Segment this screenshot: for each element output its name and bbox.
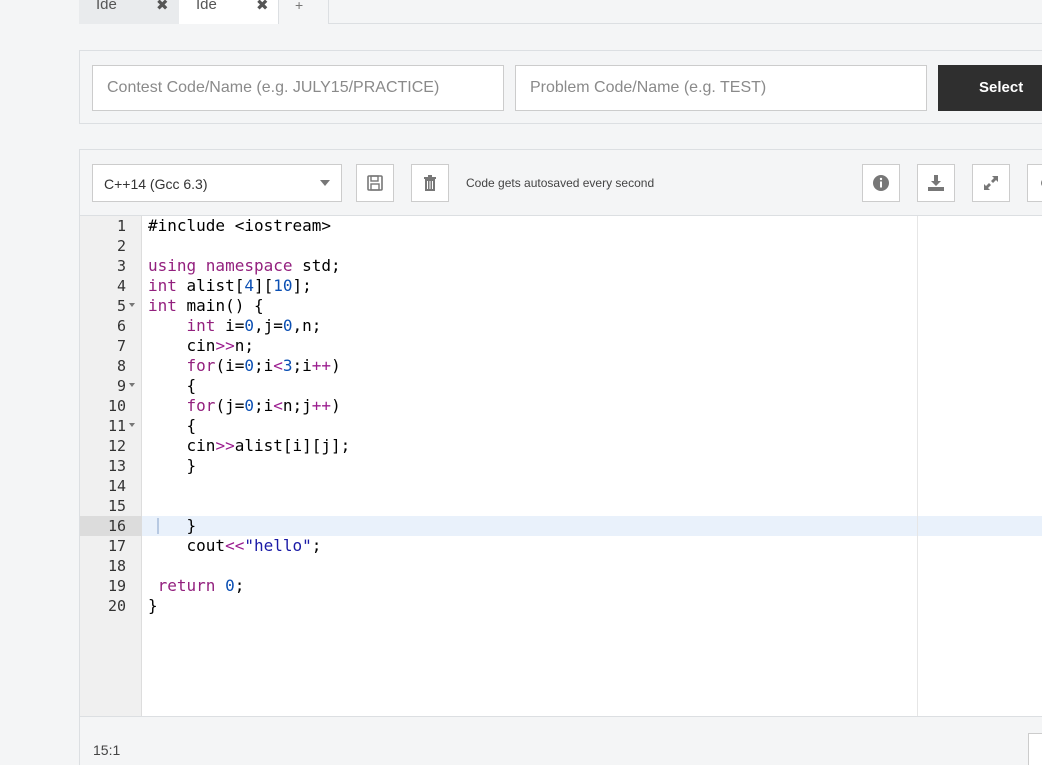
fold-arrow-icon[interactable]	[129, 423, 135, 427]
code-line: 1 #include <iostream>	[116, 216, 332, 235]
code-line: 11 {	[107, 416, 197, 435]
save-button[interactable]	[356, 164, 394, 202]
code-line: 13 }	[107, 456, 197, 475]
code-line: 15	[107, 497, 126, 515]
code-line: 17 cout<<"hello";	[107, 536, 322, 555]
trash-icon	[424, 175, 436, 191]
info-button[interactable]	[862, 164, 900, 202]
autosave-note: Code gets autosaved every second	[466, 176, 655, 190]
code-line: 6 int i=0,j=0,n;	[116, 316, 322, 335]
code-line-active: 16 }	[107, 516, 197, 535]
save-icon	[367, 175, 383, 191]
code-line: 8 for(i=0;i<3;i++)	[116, 356, 341, 375]
fullscreen-button[interactable]	[972, 164, 1010, 202]
language-select[interactable]: C++14 (Gcc 6.3)	[92, 164, 342, 202]
plus-icon: +	[295, 0, 304, 13]
editor-toolbar: C++14 (Gcc 6.3) Code gets autosaved ever…	[80, 150, 1042, 216]
code-line: 10 for(j=0;i<n;j++)	[107, 396, 341, 415]
fold-arrow-icon[interactable]	[129, 303, 135, 307]
info-icon	[873, 175, 889, 191]
problem-code-input[interactable]: Problem Code/Name (e.g. TEST)	[515, 65, 927, 111]
download-button[interactable]	[917, 164, 955, 202]
language-value: C++14 (Gcc 6.3)	[104, 176, 208, 192]
contest-code-input[interactable]: Contest Code/Name (e.g. JULY15/PRACTICE)	[92, 65, 504, 111]
code-line: 12 cin>>alist[i][j];	[107, 436, 351, 455]
settings-button[interactable]	[1027, 164, 1042, 202]
code-line: 3 using namespace std;	[116, 256, 341, 275]
chevron-down-icon	[320, 180, 330, 186]
code-line: 19 return 0;	[107, 576, 245, 595]
tab-ide-2[interactable]: Ide ✖	[179, 0, 279, 24]
code-line: 20}	[107, 596, 158, 615]
code-line: 18	[107, 557, 126, 575]
code-line: 4 int alist[4][10];	[116, 276, 312, 295]
tab-ide-1[interactable]: Ide ✖	[79, 0, 179, 24]
fold-arrow-icon[interactable]	[129, 383, 135, 387]
status-action-button[interactable]	[1028, 733, 1042, 765]
code-line: 14	[107, 477, 126, 495]
cursor-position: 15:1	[93, 742, 121, 758]
fullscreen-icon	[984, 176, 998, 190]
editor-panel: C++14 (Gcc 6.3) Code gets autosaved ever…	[79, 149, 1042, 765]
tab-bar: Ide ✖ Ide ✖ +	[79, 0, 1042, 24]
close-icon[interactable]: ✖	[256, 0, 269, 14]
download-icon	[928, 175, 944, 191]
tab-label: Ide	[196, 0, 217, 13]
status-bar: 15:1	[80, 716, 1042, 765]
problem-selector: Contest Code/Name (e.g. JULY15/PRACTICE)…	[79, 50, 1042, 124]
gear-icon	[1041, 180, 1042, 186]
select-button[interactable]: Select	[938, 65, 1042, 111]
add-tab-button[interactable]: +	[279, 0, 329, 24]
tab-label: Ide	[96, 0, 117, 13]
code-line: 9 {	[116, 376, 197, 395]
code-line: 5 int main() {	[116, 296, 264, 315]
delete-button[interactable]	[411, 164, 449, 202]
close-icon[interactable]: ✖	[156, 0, 169, 14]
code-editor[interactable]: 1 #include <iostream> 2 3 using namespace …	[80, 216, 1042, 716]
code-line: 2	[116, 237, 126, 255]
code-line: 7 cin>>n;	[116, 336, 254, 355]
